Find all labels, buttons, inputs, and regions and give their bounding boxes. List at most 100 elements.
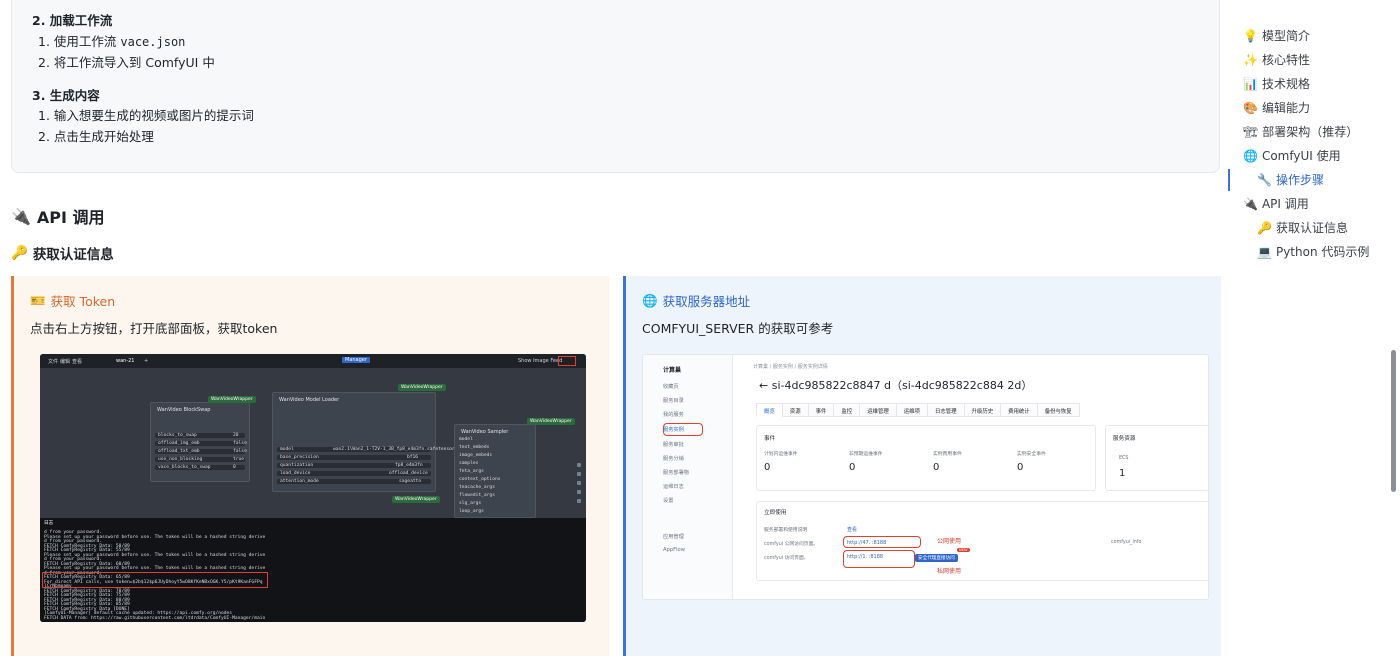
tab-events: 事件 [807,403,835,417]
resources-title: 服务资源 [1113,436,1136,442]
loader-row-value: fp8_e4m3fn [395,463,423,468]
loader-row: model wan2.1\Wan2_1-T2V-1_3B_fp8_e4m3fn.s… [277,447,457,452]
toc-label: 部署架构（推荐） [1262,125,1359,139]
private-url-label: comfyui 访问页面。 [764,556,809,561]
sampler-input: model [459,437,473,442]
loader-row: load_device offload_device [277,471,431,476]
private-note: 私网使用 [937,568,962,575]
globe-icon: 🌐 [1243,148,1258,163]
show-image-feed: Show Image Feed [518,358,563,364]
loader-row-value: sageattn [399,479,422,484]
comfyui-canvas: WanVideo BlockSwap blocks_to_swap 20 offl… [40,368,586,518]
wrench-icon: 🔧 [1257,172,1272,187]
sidebar-item: 服务审批 [663,442,684,448]
step3-item-1: 1. 输入想要生成的视频或图片的提示词 [38,108,254,123]
zoom-in-icon [577,463,581,467]
resources-label: ECS [1119,456,1129,461]
toc-label: ComfyUI 使用 [1261,149,1341,163]
toc-item-features[interactable]: ✨ 核心特性 [1243,51,1310,68]
toc-item-architecture[interactable]: 🏗 部署架构（推荐） [1243,123,1358,140]
events-panel: 事件 计划内运维事件 0 非预期运维事件 0 实例费用事件 0 实例安全事件 0 [756,425,1096,491]
plug-icon: 🔌 [1243,196,1258,211]
new-badge: NEW [957,548,970,552]
loader-row-value: bf16 [407,455,419,460]
step2-item-1-text: 1. 使用工作流 [38,34,121,49]
use-view-link[interactable]: 查看 [847,526,857,533]
auth-subheading-text: 获取认证信息 [32,247,114,263]
loader-row: quantization fp8_e4m3fn [277,463,431,468]
comfyui-screenshot: 文件 编辑 查看 wan-21 + Manager Show Image Fee… [40,354,586,622]
sampler-node: WanVideo Sampler model text_embeds image… [454,424,536,518]
bulb-icon: 💡 [1243,28,1258,43]
globe-icon: 🌐 [642,292,658,308]
laptop-icon: 💻 [1257,244,1272,259]
toc-item-comfyui[interactable]: 🌐 ComfyUI 使用 [1243,147,1341,164]
token-card-desc: 点击右上方按钮，打开底部面板，获取token [30,321,278,336]
toc-label: 编辑能力 [1261,101,1310,115]
toc-item-steps[interactable]: 🔧 操作步骤 [1257,171,1324,188]
bottom-panel-toggle-highlight [558,356,576,366]
toc-item-python[interactable]: 💻 Python 代码示例 [1257,243,1369,260]
tab-upgrade: 升级历史 [963,403,1002,417]
loader-row: base_precision bf16 [277,455,431,460]
construction-icon: 🏗 [1243,124,1259,139]
page-scrollbar-thumb[interactable] [1391,350,1396,492]
key-icon: 🔑 [11,245,28,261]
toc-item-api[interactable]: 🔌 API 调用 [1243,195,1309,212]
steps-card: 2. 加载工作流 1. 使用工作流 vace.json 2. 将工作流导入到 C… [11,0,1220,173]
wrapper-tag: WanVideoWrapper [392,496,440,503]
toc-item-auth[interactable]: 🔑 获取认证信息 [1257,219,1348,236]
public-url-highlight [843,536,921,548]
toc-item-editing[interactable]: 🎨 编辑能力 [1243,99,1310,116]
instance-title: ← si-4dc985822c8847 d（si-4dc985822c884 2… [759,379,1033,392]
blockswap-row-label: use_non_blocking [158,457,203,462]
menu-view: 查看 [72,359,83,365]
public-url-label: comfyui 公网访问页面。 [764,542,819,547]
sidebar-item: 收藏页 [663,384,679,390]
toc-label: API 调用 [1261,197,1309,211]
sampler-input: loop_args [459,509,484,514]
blockswap-node-title: WanVideo BlockSwap [157,407,211,413]
use-title: 立即使用 [764,510,787,516]
step3-title: 3. 生成内容 [32,88,100,103]
model-loader-title: WanVideo Model Loader [279,397,340,403]
blockswap-row-value: 0 [233,465,236,470]
toc-label: Python 代码示例 [1275,245,1370,259]
console-tab: 日志 [44,521,54,526]
sampler-input: text_embeds [459,445,490,450]
comfyui-menubar: 文件 编辑 查看 wan-21 + Manager Show Image Fee… [40,354,586,368]
blockswap-row-label: offload_txt_emb [158,449,200,454]
step2-item-1: 1. 使用工作流 vace.json [38,31,185,50]
console-breadcrumb: 计算巢 / 服务实例 / 服务实例详情 [753,364,828,370]
secure-proxy-badge[interactable]: 安全代理直接访问 [915,554,958,562]
toc-label: 技术规格 [1261,77,1310,91]
sidebar-item: 服务部署物 [663,470,689,476]
console-sidebar: 计算巢 收藏页 服务目录 我的服务 服务实例 服务审批 服务分销 服务部署物 运… [643,355,733,599]
resources-panel: 服务资源 ECS 1 [1105,425,1208,491]
blockswap-row: use_non_blocking true [155,457,245,462]
token-card: 🎫 获取 Token 点击右上方按钮，打开底部面板，获取token 文件 编辑 … [11,276,609,656]
event-label: 实例安全事件 [1017,452,1046,457]
sampler-input: feta_args [459,469,484,474]
workflow-tab: wan-21 [116,358,135,364]
loader-row-label: base_precision [280,455,319,460]
menu-edit: 编辑 [60,359,71,365]
new-tab-icon: + [144,358,149,364]
event-value: 0 [1017,462,1024,473]
sidebar-item: 服务目录 [663,398,684,404]
loader-row-label: attention_mode [280,479,319,484]
resources-value: 1 [1119,468,1126,479]
blockswap-row: offload_txt_emb false [155,449,247,454]
link-toggle-icon [577,499,581,503]
chart-icon: 📊 [1243,76,1258,91]
instance-tabs: 概览 资源 事件 监控 运维管理 运维项 日志管理 升级历史 费用统计 备份与恢… [756,403,1080,417]
use-panel: 立即使用 服务部署和使用说明 查看 comfyui 公网访问页面。 http:/… [756,501,1208,581]
server-card-title: 🌐 获取服务器地址 [642,291,750,310]
toc-item-model-intro[interactable]: 💡 模型简介 [1243,27,1310,44]
blockswap-row-value: true [233,457,245,462]
console-screenshot: 计算巢 收藏页 服务目录 我的服务 服务实例 服务审批 服务分销 服务部署物 运… [642,354,1209,600]
tab-ops: 运维管理 [859,403,897,417]
ticket-icon: 🎫 [30,292,46,308]
tab-monitor: 监控 [833,403,861,417]
toc-item-specs[interactable]: 📊 技术规格 [1243,75,1310,92]
